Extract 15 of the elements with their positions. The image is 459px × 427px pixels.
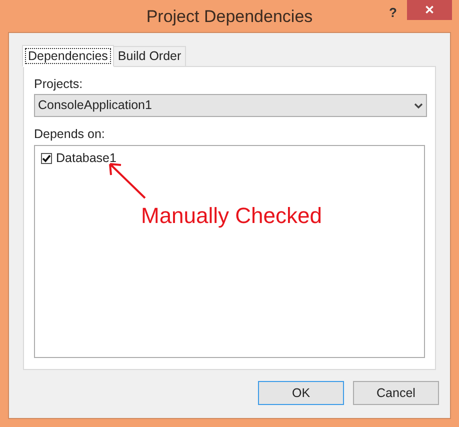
dialog-button[interactable]: OK xyxy=(258,381,344,405)
dependency-label: Database1 xyxy=(56,150,116,167)
tab[interactable]: Dependencies xyxy=(22,45,114,67)
projects-dropdown[interactable]: ConsoleApplication1 xyxy=(34,94,427,117)
annotation-text: Manually Checked xyxy=(141,202,322,230)
close-button[interactable]: ✕ xyxy=(407,0,452,20)
checkbox[interactable] xyxy=(41,152,52,164)
projects-label: Projects: xyxy=(34,76,83,93)
depends-on-label: Depends on: xyxy=(34,126,105,143)
chevron-icon xyxy=(414,102,423,108)
dialog-button[interactable]: Cancel xyxy=(353,381,439,405)
window-title: Project Dependencies xyxy=(146,6,313,28)
arrow-annotation xyxy=(107,162,147,200)
tab[interactable]: Build Order xyxy=(112,46,186,66)
help-button[interactable]: ? xyxy=(382,4,404,20)
